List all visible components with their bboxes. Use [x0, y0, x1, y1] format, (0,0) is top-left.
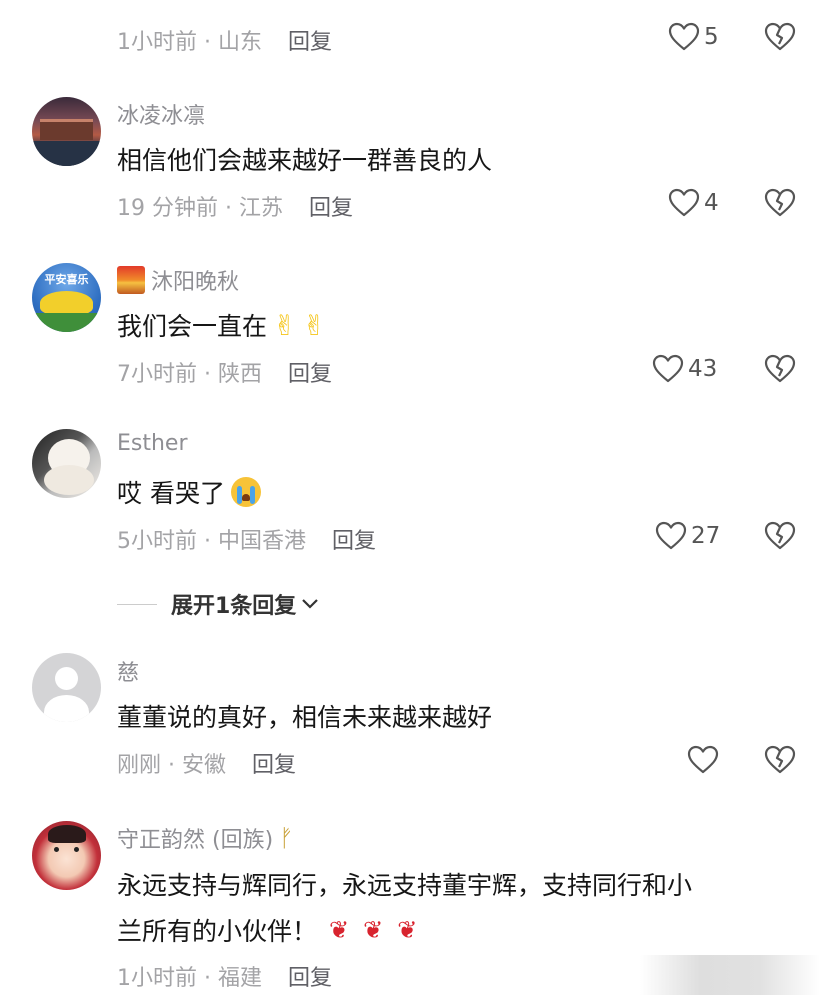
like-button[interactable]: 5	[668, 22, 719, 52]
comment-username[interactable]: 沐阳晚秋	[117, 264, 239, 296]
rose-emoji-icon: ❦	[329, 916, 350, 944]
broken-heart-icon	[764, 745, 796, 774]
heart-outline-icon	[668, 188, 700, 217]
dislike-button[interactable]	[764, 521, 796, 555]
reply-button[interactable]: 回复	[288, 356, 332, 388]
broken-heart-icon	[764, 521, 796, 550]
reply-button[interactable]: 回复	[332, 523, 376, 555]
comment-time-location: 5小时前 · 中国香港	[117, 529, 306, 554]
reply-button[interactable]: 回复	[288, 960, 332, 992]
comment-text-body: 哎 看哭了	[117, 479, 225, 508]
avatar[interactable]	[32, 97, 101, 166]
reply-button[interactable]: 回复	[309, 190, 353, 222]
rose-emoji-icon: ❦	[363, 916, 384, 944]
victory-hand-emoji-icon: ✌	[302, 308, 326, 342]
heart-outline-icon	[687, 745, 719, 774]
dislike-button[interactable]	[764, 22, 796, 56]
avatar[interactable]: 平安喜乐	[32, 263, 101, 332]
comment-text-line-1: 永远支持与辉同行，永远支持董宇辉，支持同行和小	[117, 871, 693, 900]
heart-outline-icon	[668, 22, 700, 51]
rice-emoji-icon: ᚠ	[279, 824, 294, 852]
rose-emoji-icon: ❦	[397, 916, 418, 944]
broken-heart-icon	[764, 188, 796, 217]
divider	[117, 603, 157, 605]
like-count: 5	[704, 24, 719, 50]
heart-outline-icon	[655, 521, 687, 550]
comment-username[interactable]: 慈	[117, 655, 139, 687]
chevron-down-icon	[302, 599, 319, 609]
heart-outline-icon	[652, 354, 684, 383]
comment-username[interactable]: Esther	[117, 431, 188, 456]
comment-username-text: 沐阳晚秋	[151, 270, 240, 295]
comment-time-location: 19 分钟前 · 江苏	[117, 196, 283, 221]
victory-hand-emoji-icon: ✌	[273, 308, 297, 342]
comment-meta: 1小时前 · 山东 回复	[117, 24, 332, 56]
like-button[interactable]: 43	[652, 354, 717, 384]
broken-heart-icon	[764, 354, 796, 383]
expand-replies-button[interactable]: 展开1条回复	[117, 588, 320, 620]
like-count: 27	[691, 523, 721, 549]
comment-time-location: 1小时前 · 福建	[117, 966, 262, 991]
comment-username[interactable]: 冰凌冰凛	[117, 98, 205, 130]
reply-button[interactable]: 回复	[252, 747, 296, 779]
comment-meta: 7小时前 · 陕西 回复	[117, 356, 332, 388]
like-count: 43	[688, 356, 718, 382]
comment-username-text: 守正韵然 (回族)	[117, 828, 274, 853]
watermark-blur	[640, 955, 820, 995]
comment-text-body: 兰所有的小伙伴！	[117, 917, 318, 946]
comment-text: 哎 看哭了	[117, 474, 261, 510]
dislike-button[interactable]	[764, 354, 796, 388]
expand-replies-label: 展开1条回复	[171, 594, 297, 619]
reply-button[interactable]: 回复	[288, 24, 332, 56]
like-count: 4	[704, 190, 719, 216]
comment-text: 董董说的真好，相信未来越来越好	[117, 703, 493, 732]
like-button[interactable]	[687, 745, 719, 775]
comment-meta: 1小时前 · 福建 回复	[117, 960, 332, 992]
dislike-button[interactable]	[764, 745, 796, 779]
avatar[interactable]	[32, 653, 101, 722]
like-button[interactable]: 4	[668, 188, 719, 218]
comment-text-line-2: 兰所有的小伙伴！ ❦ ❦ ❦	[117, 912, 417, 948]
avatar-caption: 平安喜乐	[44, 273, 89, 286]
comment-time-location: 7小时前 · 陕西	[117, 362, 262, 387]
comment-meta: 19 分钟前 · 江苏 回复	[117, 190, 353, 222]
broken-heart-icon	[764, 22, 796, 51]
dislike-button[interactable]	[764, 188, 796, 222]
comment-time-location: 刚刚 · 安徽	[117, 753, 226, 778]
comment-text-body: 我们会一直在	[117, 312, 268, 341]
comment-meta: 5小时前 · 中国香港 回复	[117, 523, 376, 555]
comment-meta: 刚刚 · 安徽 回复	[117, 747, 296, 779]
comment-text: 我们会一直在 ✌ ✌	[117, 307, 326, 343]
comment-text: 相信他们会越来越好一群善良的人	[117, 146, 493, 175]
comment-username[interactable]: 守正韵然 (回族) ᚠ	[117, 822, 294, 854]
sunset-emoji-icon	[117, 266, 145, 294]
crying-face-emoji-icon	[230, 477, 261, 507]
avatar[interactable]	[32, 429, 101, 498]
like-button[interactable]: 27	[655, 521, 720, 551]
comment-time-location: 1小时前 · 山东	[117, 30, 262, 55]
avatar[interactable]	[32, 821, 101, 890]
